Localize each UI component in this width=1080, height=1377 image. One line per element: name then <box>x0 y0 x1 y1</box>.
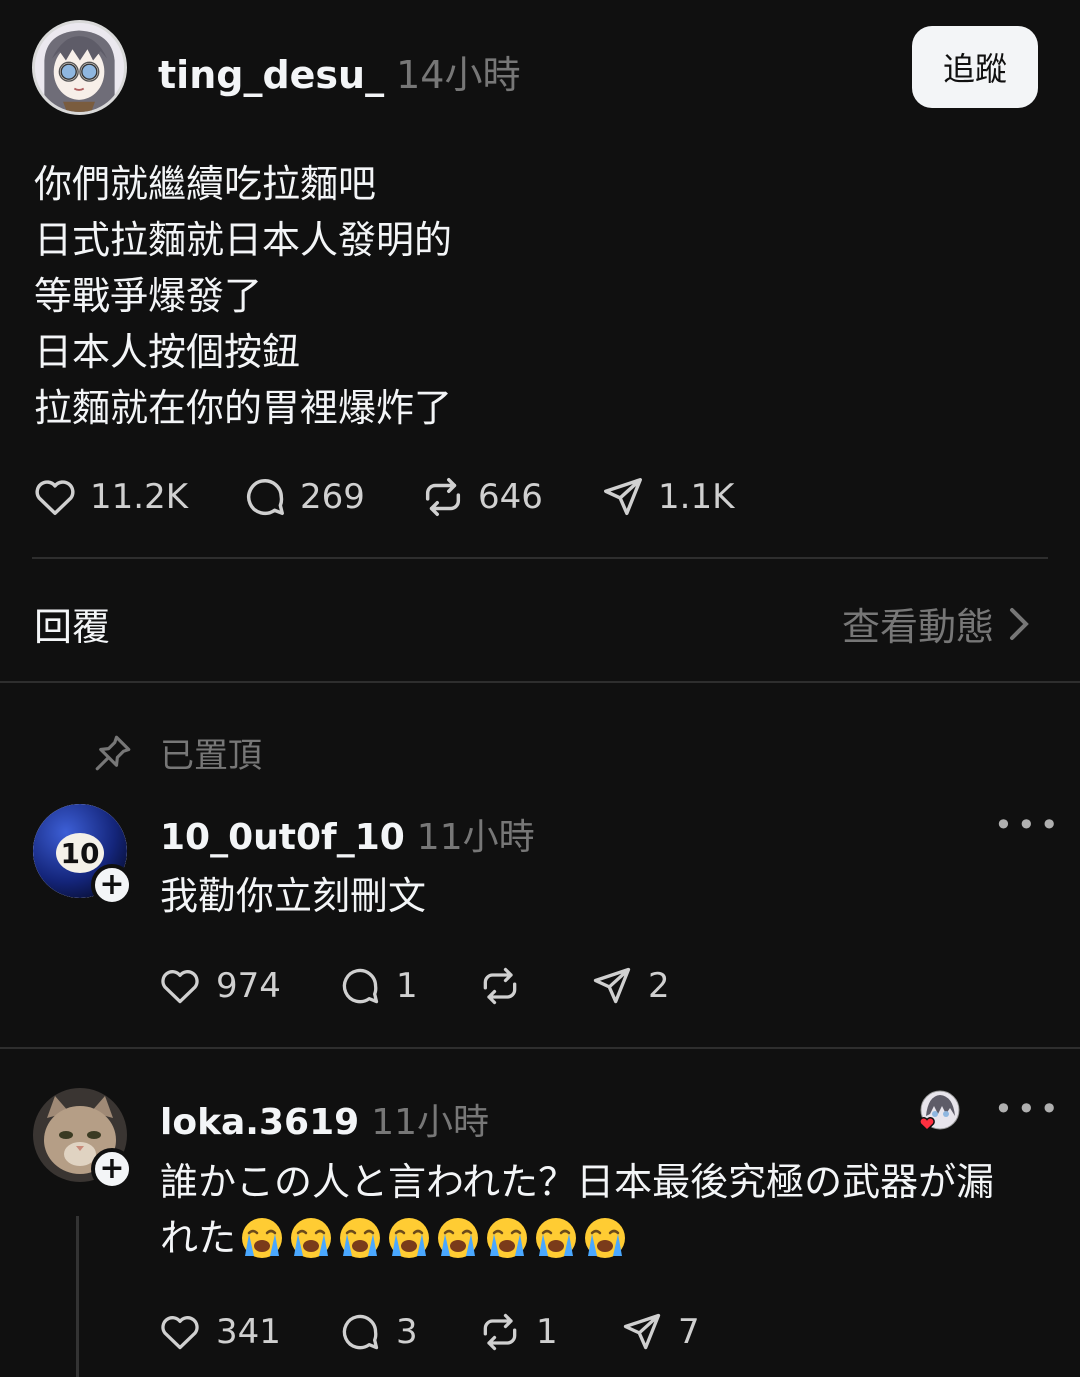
reply-username[interactable]: loka.3619 <box>160 1102 359 1143</box>
share-button[interactable]: 7 <box>620 1310 700 1354</box>
heart-icon <box>161 1316 199 1350</box>
repost-button[interactable]: 646 <box>420 474 543 520</box>
repost-count: 1 <box>536 1312 558 1352</box>
repost-count: 646 <box>478 477 543 517</box>
share-button[interactable]: 1.1K <box>600 474 734 520</box>
comment-icon <box>247 479 284 516</box>
share-button[interactable]: 2 <box>590 964 670 1008</box>
pinned-indicator: 已置頂 <box>92 728 262 777</box>
author-liked-indicator <box>918 1090 960 1132</box>
reply-text-line: れた <box>160 1216 237 1260</box>
ball-number: 10 <box>61 837 100 870</box>
crying-emoji <box>242 1218 283 1258</box>
comment-icon <box>342 1314 379 1350</box>
emoji-row <box>240 1216 632 1260</box>
like-count: 11.2K <box>90 477 188 517</box>
comment-button[interactable]: 1 <box>338 964 418 1008</box>
post-time: 14小時 <box>396 53 521 97</box>
comment-count: 1 <box>396 966 418 1006</box>
post-line: 等戰爭爆發了 <box>34 274 263 318</box>
post-line: 拉麵就在你的胃裡爆炸了 <box>34 386 453 430</box>
author-avatar[interactable] <box>32 20 127 115</box>
crying-emoji <box>585 1218 626 1258</box>
crying-emoji <box>438 1218 479 1258</box>
like-count: 341 <box>216 1312 281 1352</box>
reply-time: 11小時 <box>371 1102 489 1143</box>
post-line: 你們就繼續吃拉麵吧 <box>34 162 377 206</box>
comment-button[interactable]: 269 <box>242 474 365 520</box>
like-count: 974 <box>216 966 281 1006</box>
share-icon <box>593 967 631 1004</box>
repost-icon <box>483 967 517 1005</box>
reply-text-line: 誰かこの人と言われた？日本最後究極の武器が漏 <box>160 1160 995 1204</box>
more-options-button[interactable]: ••• <box>994 1090 1063 1128</box>
comment-count: 269 <box>300 477 365 517</box>
crying-emoji <box>291 1218 332 1258</box>
chevron-right-icon <box>1010 607 1029 640</box>
more-icon: ••• <box>994 806 1063 844</box>
follow-plus-button[interactable]: + <box>91 864 133 906</box>
view-activity-link[interactable]: 查看動態 <box>842 596 1032 651</box>
author-username[interactable]: ting_desu_ <box>158 53 384 97</box>
post-body: 你們就繼續吃拉麵吧 日式拉麵就日本人發明的 等戰爭爆發了 日本人按個按鈕 拉麵就… <box>34 156 1034 436</box>
reply-username[interactable]: 10_0ut0f_10 <box>160 817 405 858</box>
crying-emoji <box>536 1218 577 1258</box>
divider <box>32 557 1048 559</box>
reply-text: 誰かこの人と言われた？日本最後究極の武器が漏 れた <box>160 1154 994 1266</box>
heart-icon <box>35 480 75 516</box>
post-line: 日式拉麵就日本人發明的 <box>34 218 453 262</box>
divider <box>0 1047 1080 1049</box>
thread-line <box>76 1216 79 1377</box>
post-line: 日本人按個按鈕 <box>34 330 301 374</box>
heart-icon <box>161 970 199 1004</box>
share-icon <box>623 1313 661 1350</box>
like-button[interactable]: 974 <box>158 964 281 1008</box>
share-count: 7 <box>678 1312 700 1352</box>
reply-header: 10_0ut0f_10 11小時 <box>160 808 535 860</box>
follow-plus-button[interactable]: + <box>91 1148 133 1190</box>
plus-icon: + <box>99 1151 125 1186</box>
more-options-button[interactable]: ••• <box>994 806 1063 844</box>
comment-icon <box>342 968 379 1004</box>
author-liked-avatar-icon <box>919 1090 960 1132</box>
follow-button[interactable]: 追蹤 <box>912 26 1038 108</box>
share-icon <box>604 478 642 516</box>
crying-emoji <box>487 1218 528 1258</box>
pin-icon <box>95 735 131 770</box>
heart-icon <box>919 1117 935 1132</box>
post-header: ting_desu_ 14小時 <box>158 44 520 99</box>
repost-button[interactable] <box>478 964 536 1008</box>
like-button[interactable]: 341 <box>158 1310 281 1354</box>
repost-icon <box>425 478 461 516</box>
repost-button[interactable]: 1 <box>478 1310 558 1354</box>
share-count: 2 <box>648 966 670 1006</box>
plus-icon: + <box>99 867 125 902</box>
author-avatar-image <box>35 23 124 112</box>
repost-icon <box>483 1313 517 1351</box>
view-activity-label: 查看動態 <box>841 605 994 649</box>
more-icon: ••• <box>994 1090 1063 1128</box>
replies-label: 回覆 <box>34 605 111 649</box>
pinned-label: 已置頂 <box>160 736 262 776</box>
crying-emoji <box>389 1218 430 1258</box>
like-button[interactable]: 11.2K <box>32 474 188 520</box>
reply-header: loka.3619 11小時 <box>160 1093 489 1145</box>
share-count: 1.1K <box>658 477 735 517</box>
crying-emoji <box>340 1218 381 1258</box>
reply-text-line-2: れた <box>160 1210 994 1266</box>
divider <box>0 681 1080 683</box>
reply-text: 我勸你立刻刪文 <box>160 874 427 918</box>
comment-count: 3 <box>396 1312 418 1352</box>
comment-button[interactable]: 3 <box>338 1310 418 1354</box>
reply-time: 11小時 <box>416 817 535 858</box>
